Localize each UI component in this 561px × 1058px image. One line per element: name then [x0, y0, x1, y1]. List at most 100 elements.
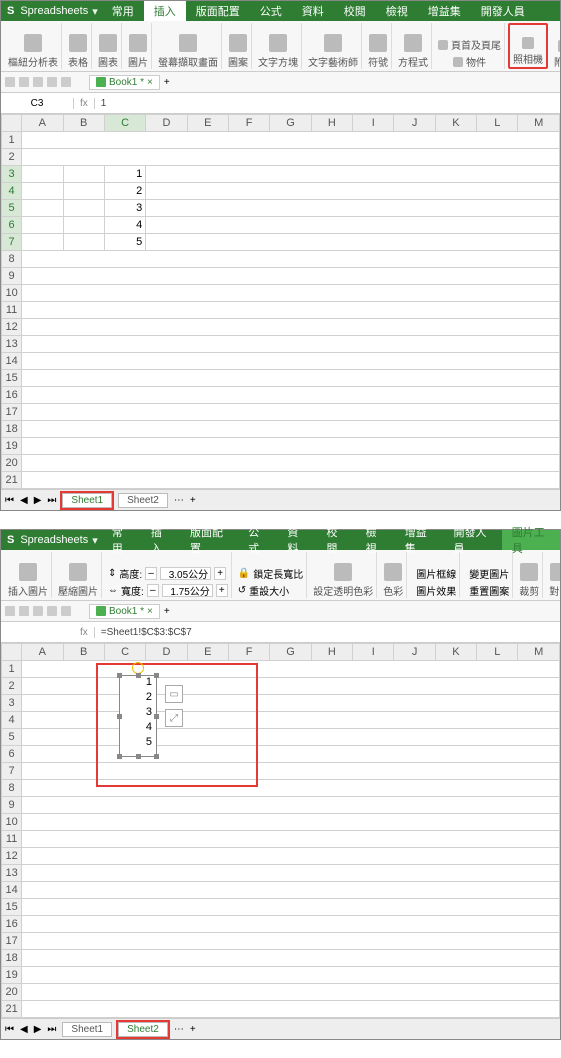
grp-insertpic[interactable]: 插入圖片: [5, 552, 52, 598]
doc-tab[interactable]: Book1 *×: [89, 75, 160, 90]
tab2-dev[interactable]: 開發人員: [443, 530, 501, 550]
col2-A[interactable]: A: [22, 644, 63, 661]
nav-last-icon[interactable]: ⏭: [47, 495, 56, 506]
col2-J[interactable]: J: [394, 644, 435, 661]
tab2-pictool[interactable]: 圖片工具: [502, 530, 560, 550]
tab2-addins[interactable]: 增益集: [395, 530, 444, 550]
row2-17[interactable]: 17: [2, 933, 22, 950]
row2-2[interactable]: 2: [2, 678, 22, 695]
handle-tl[interactable]: [117, 673, 122, 678]
reset-label[interactable]: 重設大小: [249, 583, 289, 598]
col2-G[interactable]: G: [270, 644, 311, 661]
grp-compress[interactable]: 壓縮圖片: [55, 552, 102, 598]
row2-12[interactable]: 12: [2, 848, 22, 865]
col-B[interactable]: B: [63, 115, 104, 132]
row-9[interactable]: 9: [2, 268, 22, 285]
row-3[interactable]: 3: [2, 166, 22, 183]
qat-undo-icon[interactable]: [47, 77, 57, 87]
sheet2-more-icon[interactable]: ⋯: [174, 1024, 184, 1035]
sheet2-tab-2[interactable]: Sheet2: [118, 1022, 168, 1037]
row2-10[interactable]: 10: [2, 814, 22, 831]
grp-shapes[interactable]: 圖案: [225, 23, 252, 69]
grp-crop[interactable]: 裁剪: [516, 552, 543, 598]
handle-t[interactable]: [136, 673, 141, 678]
height-input[interactable]: [160, 567, 211, 580]
row2-16[interactable]: 16: [2, 916, 22, 933]
tab-insert[interactable]: 插入: [144, 1, 186, 21]
cell-C4[interactable]: 2: [104, 183, 145, 200]
spreadsheet-grid-2[interactable]: A B C D E F G H I J K L M 1 2 3 4 5 6 7 …: [1, 643, 560, 1018]
select-all-2[interactable]: [2, 644, 22, 661]
row2-5[interactable]: 5: [2, 729, 22, 746]
col2-H[interactable]: H: [311, 644, 352, 661]
add-doc-icon-2[interactable]: +: [164, 606, 170, 617]
close-icon-2[interactable]: ×: [147, 606, 153, 617]
row-21[interactable]: 21: [2, 472, 22, 489]
grp-chart[interactable]: 圖表: [95, 23, 122, 69]
row-11[interactable]: 11: [2, 302, 22, 319]
formula-input-2[interactable]: =Sheet1!$C$3:$C$7: [95, 627, 560, 638]
row2-3[interactable]: 3: [2, 695, 22, 712]
handle-tr[interactable]: [154, 673, 159, 678]
row2-1[interactable]: 1: [2, 661, 22, 678]
row2-15[interactable]: 15: [2, 899, 22, 916]
grp-textbox[interactable]: 文字方塊: [255, 23, 302, 69]
col2-K[interactable]: K: [435, 644, 476, 661]
tab-review[interactable]: 校閱: [334, 1, 376, 21]
col2-C[interactable]: C: [104, 644, 145, 661]
qat2-new-icon[interactable]: [5, 606, 15, 616]
row2-18[interactable]: 18: [2, 950, 22, 967]
row-10[interactable]: 10: [2, 285, 22, 302]
cell-C6[interactable]: 4: [104, 217, 145, 234]
grp-trans[interactable]: 設定透明色彩: [310, 552, 377, 598]
row-6[interactable]: 6: [2, 217, 22, 234]
grp-image[interactable]: 圖片: [125, 23, 152, 69]
nav-next-icon[interactable]: ▶: [34, 495, 42, 506]
col-F[interactable]: F: [228, 115, 269, 132]
row-5[interactable]: 5: [2, 200, 22, 217]
handle-r[interactable]: [154, 714, 159, 719]
titlebar-dropdown-icon[interactable]: ▾: [88, 5, 102, 18]
grp-equation[interactable]: 方程式: [395, 23, 432, 69]
col-A[interactable]: A: [22, 115, 63, 132]
handle-br[interactable]: [154, 754, 159, 759]
layout-options-icon[interactable]: ▭: [165, 685, 183, 703]
fx-icon[interactable]: fx: [74, 98, 95, 109]
add-doc-icon[interactable]: +: [164, 77, 170, 88]
sheet2-tab-1[interactable]: Sheet1: [62, 1022, 112, 1037]
col-J[interactable]: J: [394, 115, 435, 132]
grp-attach[interactable]: 附件: [551, 23, 560, 69]
height-dec[interactable]: –: [145, 567, 157, 580]
tab-common[interactable]: 常用: [102, 1, 144, 21]
handle-l[interactable]: [117, 714, 122, 719]
qat2-undo-icon[interactable]: [47, 606, 57, 616]
row-17[interactable]: 17: [2, 404, 22, 421]
col-L[interactable]: L: [477, 115, 518, 132]
close-icon[interactable]: ×: [147, 77, 153, 88]
height-inc[interactable]: +: [214, 567, 226, 580]
col2-B[interactable]: B: [63, 644, 104, 661]
row2-20[interactable]: 20: [2, 984, 22, 1001]
cell-C3[interactable]: 1: [104, 166, 145, 183]
reset-options-icon[interactable]: ⤢: [165, 709, 183, 727]
doc-tab-2[interactable]: Book1 *×: [89, 604, 160, 619]
col2-L[interactable]: L: [477, 644, 518, 661]
row-7[interactable]: 7: [2, 234, 22, 251]
effects-label[interactable]: 圖片效果: [416, 583, 456, 598]
col-E[interactable]: E: [187, 115, 228, 132]
col2-I[interactable]: I: [353, 644, 394, 661]
titlebar-dropdown-icon-2[interactable]: ▾: [88, 534, 102, 547]
camera-picture[interactable]: 1 2 3 4 5: [119, 675, 157, 757]
row2-14[interactable]: 14: [2, 882, 22, 899]
row2-13[interactable]: 13: [2, 865, 22, 882]
col-M[interactable]: M: [518, 115, 560, 132]
width-input[interactable]: [162, 584, 213, 597]
tab2-formula[interactable]: 公式: [238, 530, 277, 550]
nav-prev-icon[interactable]: ◀: [20, 495, 28, 506]
tab2-insert[interactable]: 插入: [141, 530, 180, 550]
width-dec[interactable]: –: [147, 584, 159, 597]
row-2[interactable]: 2: [2, 149, 22, 166]
row2-8[interactable]: 8: [2, 780, 22, 797]
tab2-view[interactable]: 檢視: [356, 530, 395, 550]
row-14[interactable]: 14: [2, 353, 22, 370]
